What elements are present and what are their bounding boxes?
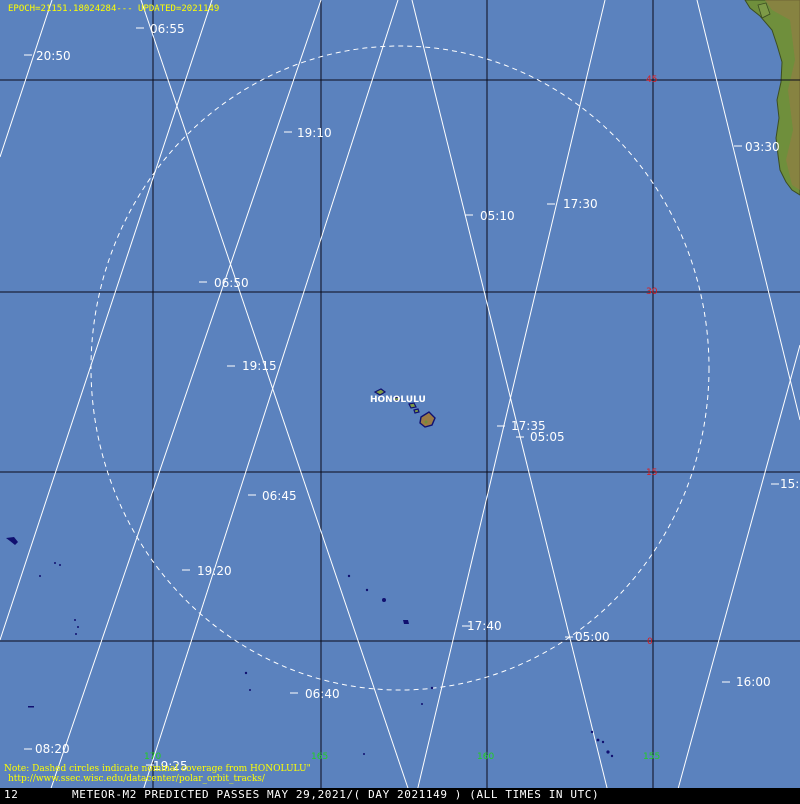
footer-left-number: 12 — [4, 788, 18, 800]
track-time-label: 15: — [780, 477, 799, 491]
track-time-label: 08:20 — [35, 742, 70, 756]
latitude-label: 30 — [646, 287, 658, 297]
latitude-label: 45 — [646, 75, 657, 85]
source-url: http://www.ssec.wisc.edu/datacenter/pola… — [8, 774, 266, 784]
track-time-label: 17:40 — [467, 619, 502, 633]
track-time-label: 06:50 — [214, 276, 249, 290]
latitude-label: 15 — [646, 468, 657, 478]
city-label-honolulu: HONOLULU — [370, 395, 426, 405]
track-time-label: 19:15 — [242, 359, 277, 373]
track-time-label: 06:40 — [305, 687, 340, 701]
longitude-label: 165 — [311, 752, 328, 762]
track-time-label: 05:10 — [480, 209, 515, 223]
coverage-note: Note: Dashed circles indicate nominal co… — [4, 764, 311, 774]
track-time-label: 03:30 — [745, 140, 780, 154]
track-time-label: 06:45 — [262, 489, 297, 503]
track-time-label: 19:20 — [197, 564, 232, 578]
track-time-label: 17:30 — [563, 197, 598, 211]
track-time-label: 20:50 — [36, 49, 71, 63]
track-time-label: 06:55 — [150, 22, 185, 36]
longitude-label: 160 — [477, 752, 494, 762]
track-time-label: 19:10 — [297, 126, 332, 140]
latitude-label: 0 — [647, 637, 653, 647]
track-time-label: 05:05 — [530, 430, 565, 444]
map-canvas: 45 30 15 0 170 165 160 155 HONOLULU 06:5… — [0, 0, 800, 801]
track-time-label: 05:00 — [575, 630, 610, 644]
track-time-label: 16:00 — [736, 675, 771, 689]
satellite-pass-map: 45 30 15 0 170 165 160 155 HONOLULU 06:5… — [0, 0, 800, 801]
epoch-header: EPOCH=21151.18024284--- UPDATED=2021149 — [8, 4, 219, 14]
longitude-label: 155 — [643, 752, 660, 762]
footer-title: METEOR-M2 PREDICTED PASSES MAY 29,2021/(… — [72, 788, 599, 800]
